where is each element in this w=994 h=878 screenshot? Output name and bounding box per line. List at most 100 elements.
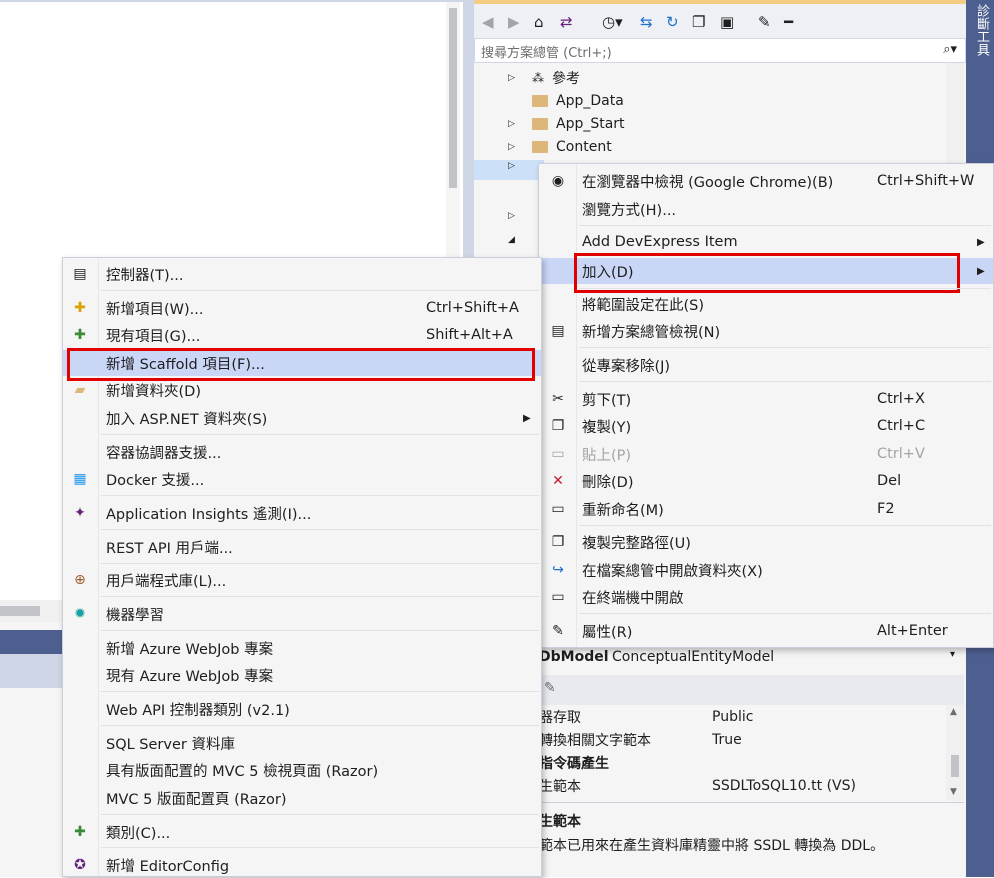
tree-item-app-start[interactable]: ▷ App_Start	[508, 113, 625, 135]
folder-icon	[532, 141, 548, 153]
wrench-icon: ✎	[552, 623, 564, 639]
menu-item-new-item[interactable]: ✚ 新增項目(W)... Ctrl+Shift+A	[63, 295, 541, 321]
property-value[interactable]: SSDLToSQL10.tt (VS)	[712, 778, 856, 794]
menu-item-label: MVC 5 版面配置頁 (Razor)	[106, 791, 287, 808]
menu-item-shortcut: Ctrl+V	[877, 446, 925, 462]
collapse-icon[interactable]: ◢	[508, 235, 518, 245]
property-row[interactable]: 器存取 Public	[474, 705, 946, 728]
switch-views-icon[interactable]: ⇄	[560, 13, 573, 31]
menu-item-rest-api-client[interactable]: REST API 用戶端...	[63, 534, 541, 560]
refresh-icon[interactable]: ↻	[666, 13, 679, 31]
menu-item-label: Add DevExpress Item	[582, 234, 738, 250]
menu-item-shortcut: Del	[877, 473, 902, 489]
menu-item-label: 貼上(P)	[582, 447, 632, 464]
docker-icon: ▦	[73, 471, 87, 487]
property-value[interactable]: Public	[712, 709, 753, 725]
menu-separator	[579, 288, 991, 289]
tree-item-app-data[interactable]: App_Data	[508, 90, 624, 112]
menu-item-shortcut: F2	[877, 501, 895, 517]
expand-icon[interactable]: ▷	[508, 161, 515, 171]
menu-item-add-devexpress[interactable]: Add DevExpress Item ▶	[539, 229, 993, 255]
submenu-arrow-icon: ▶	[977, 236, 985, 248]
menu-item-label: 瀏覽方式(H)...	[582, 202, 677, 219]
property-value[interactable]: True	[712, 732, 742, 748]
menu-item-label: 複製完整路徑(U)	[582, 535, 691, 552]
menu-item-label: 在終端機中開啟	[582, 590, 684, 607]
menu-item-cut[interactable]: ✂ 剪下(T) Ctrl+X	[539, 386, 993, 412]
solution-explorer-search[interactable]: 搜尋方案總管 (Ctrl+;) ⌕▾	[474, 38, 966, 63]
menu-item-remove-from-project[interactable]: 從專案移除(J)	[539, 352, 993, 378]
search-icon[interactable]: ⌕▾	[943, 42, 957, 57]
menu-item-mvc5-layout-page[interactable]: MVC 5 版面配置頁 (Razor)	[63, 785, 541, 811]
menu-item-paste[interactable]: ▭ 貼上(P) Ctrl+V	[539, 441, 993, 467]
selected-tree-item[interactable]: ▷	[474, 160, 544, 180]
properties-wrench-icon[interactable]: ✎	[758, 13, 771, 31]
forward-icon[interactable]: ▶	[508, 13, 520, 31]
menu-item-open-folder[interactable]: ↪ 在檔案總管中開啟資料夾(X)	[539, 557, 993, 583]
menu-item-web-api-controller[interactable]: Web API 控制器類別 (v2.1)	[63, 696, 541, 722]
tree-item-label: App_Data	[556, 93, 624, 109]
menu-item-new-editorconfig[interactable]: ✪ 新增 EditorConfig	[63, 852, 541, 878]
properties-scrollbar[interactable]: ▲ ▼	[946, 705, 964, 801]
references-icon: ⁂	[532, 71, 544, 85]
menu-item-properties[interactable]: ✎ 屬性(R) Alt+Enter	[539, 618, 993, 644]
menu-separator	[101, 630, 539, 631]
expand-icon[interactable]: ▷	[508, 73, 518, 83]
wrench-icon[interactable]: ✎	[544, 680, 556, 696]
add-submenu: ▤ 控制器(T)... ✚ 新增項目(W)... Ctrl+Shift+A ✚ 現有項目…	[62, 257, 542, 877]
home-icon[interactable]: ⌂	[534, 13, 544, 31]
menu-item-mvc5-view-with-layout[interactable]: 具有版面配置的 MVC 5 檢視頁面 (Razor)	[63, 757, 541, 783]
menu-item-sql-server-db[interactable]: SQL Server 資料庫	[63, 730, 541, 756]
menu-item-container-orchestrator[interactable]: 容器協調器支援...	[63, 439, 541, 465]
menu-item-new-explorer-view[interactable]: ▤ 新增方案總管檢視(N)	[539, 318, 993, 344]
menu-item-label: Docker 支援...	[106, 472, 205, 489]
menu-item-existing-item[interactable]: ✚ 現有項目(G)... Shift+Alt+A	[63, 322, 541, 348]
preview-icon[interactable]: ━	[784, 13, 793, 31]
tree-item-references[interactable]: ▷ ⁂ 參考	[508, 67, 580, 89]
expand-icon[interactable]: ▷	[508, 119, 518, 129]
menu-item-client-library[interactable]: ⊕ 用戶端程式庫(L)...	[63, 567, 541, 593]
property-row[interactable]: 生範本 SSDLToSQL10.tt (VS)	[474, 774, 946, 797]
tree-item-content[interactable]: ▷ Content	[508, 136, 612, 158]
menu-item-existing-azure-webjob[interactable]: 現有 Azure WebJob 專案	[63, 662, 541, 688]
menu-item-open-terminal[interactable]: ▭ 在終端機中開啟	[539, 584, 993, 610]
expand-icon[interactable]: ▷	[508, 142, 518, 152]
folder-icon	[532, 118, 548, 130]
menu-separator	[579, 347, 991, 348]
scrollbar-thumb[interactable]	[449, 8, 457, 188]
property-row[interactable]: 轉換相關文字範本 True	[474, 728, 946, 751]
collapse-all-icon[interactable]: ❐	[692, 13, 705, 31]
menu-item-machine-learning[interactable]: ✹ 機器學習	[63, 601, 541, 627]
menu-item-new-folder[interactable]: ▰ 新增資料夾(D)	[63, 377, 541, 403]
scrollbar-thumb[interactable]	[0, 606, 40, 616]
tab-label: 診斷工具	[974, 4, 989, 56]
menu-item-label: 現有項目(G)...	[106, 328, 201, 345]
show-all-files-icon[interactable]: ▣	[720, 13, 734, 31]
chevron-down-icon[interactable]: ▾	[950, 649, 955, 660]
menu-item-copy-full-path[interactable]: ❐ 複製完整路徑(U)	[539, 529, 993, 555]
menu-item-app-insights[interactable]: ✦ Application Insights 遙測(I)...	[63, 500, 541, 526]
pending-changes-icon[interactable]: ◷▾	[602, 13, 623, 31]
menu-item-view-in-browser[interactable]: ◉ 在瀏覽器中檢視 (Google Chrome)(B) Ctrl+Shift+W	[539, 168, 993, 194]
menu-item-class[interactable]: ✚ 類別(C)...	[63, 819, 541, 845]
menu-item-label: 將範圍設定在此(S)	[582, 297, 705, 314]
menu-item-label: 現有 Azure WebJob 專案	[106, 668, 274, 685]
back-icon[interactable]: ◀	[482, 13, 494, 31]
menu-separator	[101, 563, 539, 564]
class-icon: ✚	[74, 824, 86, 840]
tree-item-collapsed[interactable]: ▷	[508, 205, 532, 227]
new-view-icon: ▤	[551, 323, 565, 339]
menu-item-delete[interactable]: ✕ 刪除(D) Del	[539, 468, 993, 494]
expand-icon[interactable]: ▷	[508, 211, 518, 221]
menu-item-new-azure-webjob[interactable]: 新增 Azure WebJob 專案	[63, 635, 541, 661]
menu-item-browse-with[interactable]: 瀏覽方式(H)...	[539, 196, 993, 222]
menu-item-scope-to-this[interactable]: 將範圍設定在此(S)	[539, 291, 993, 317]
menu-item-copy[interactable]: ❐ 複製(Y) Ctrl+C	[539, 413, 993, 439]
sync-icon[interactable]: ⇆	[640, 13, 653, 31]
tree-item-expanded[interactable]: ◢	[508, 229, 532, 251]
menu-item-controller[interactable]: ▤ 控制器(T)...	[63, 261, 541, 287]
menu-item-rename[interactable]: ▭ 重新命名(M) F2	[539, 496, 993, 522]
menu-item-add-aspnet-folder[interactable]: 加入 ASP.NET 資料夾(S) ▶	[63, 405, 541, 431]
menu-item-shortcut: Ctrl+X	[877, 391, 925, 407]
menu-item-docker-support[interactable]: ▦ Docker 支援...	[63, 466, 541, 492]
